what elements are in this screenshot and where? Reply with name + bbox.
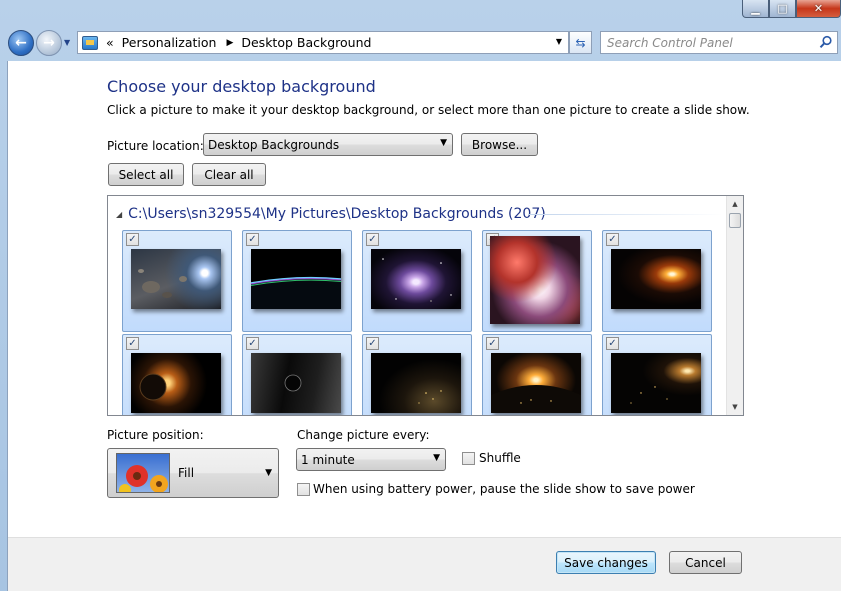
- window-frame: ▁ □ ✕ ← → ▼ « Personalization ▶ Desktop …: [0, 0, 841, 591]
- address-dropdown-icon[interactable]: ▼: [556, 37, 562, 46]
- thumbnail-spiral-galaxy: [371, 249, 461, 309]
- picture-gallery[interactable]: ◢ C:\Users\sn329554\My Pictures\Desktop …: [107, 195, 744, 416]
- picture-location-value: Desktop Backgrounds: [208, 137, 340, 152]
- tile-checkbox[interactable]: ✓: [246, 233, 259, 246]
- picture-tile[interactable]: ✓: [362, 334, 472, 415]
- battery-pause-checkbox[interactable]: [297, 483, 310, 496]
- picture-position-value: Fill: [178, 466, 195, 480]
- thumbnail-asteroids: [131, 249, 221, 309]
- scroll-up-arrow-icon[interactable]: ▲: [727, 196, 743, 212]
- change-picture-interval-select[interactable]: 1 minute ▼: [296, 448, 446, 471]
- select-all-button[interactable]: Select all: [108, 163, 184, 186]
- picture-tile[interactable]: ✓: [242, 334, 352, 415]
- forward-button[interactable]: →: [36, 30, 62, 56]
- refresh-icon: ⇆: [575, 35, 586, 50]
- thumbnail-nebula: [490, 236, 580, 324]
- clear-all-button[interactable]: Clear all: [192, 163, 266, 186]
- maximize-button[interactable]: □: [769, 0, 796, 18]
- tile-checkbox[interactable]: ✓: [126, 337, 139, 350]
- content-pane: Choose your desktop background Click a p…: [7, 61, 841, 591]
- change-picture-interval-value: 1 minute: [301, 452, 355, 467]
- scrollbar-thumb[interactable]: [729, 213, 741, 228]
- tile-checkbox[interactable]: ✓: [366, 233, 379, 246]
- search-icon[interactable]: [819, 35, 833, 49]
- picture-location-label: Picture location:: [107, 139, 204, 153]
- shuffle-label[interactable]: Shuffle: [479, 451, 521, 465]
- minimize-button[interactable]: ▁: [742, 0, 769, 18]
- group-divider: [528, 214, 723, 215]
- change-picture-label: Change picture every:: [297, 428, 430, 442]
- search-placeholder: Search Control Panel: [607, 35, 733, 50]
- picture-position-label: Picture position:: [107, 428, 204, 442]
- forward-arrow-icon: →: [43, 35, 55, 51]
- group-header-label: C:\Users\sn329554\My Pictures\Desktop Ba…: [128, 206, 546, 222]
- position-preview-icon: [116, 453, 170, 493]
- picture-location-select[interactable]: Desktop Backgrounds ▼: [203, 133, 453, 156]
- minimize-icon: ▁: [751, 2, 760, 15]
- picture-tile[interactable]: ✓: [482, 334, 592, 415]
- picture-position-select[interactable]: Fill ▼: [107, 448, 279, 498]
- tile-checkbox[interactable]: ✓: [606, 337, 619, 350]
- tile-checkbox[interactable]: ✓: [606, 233, 619, 246]
- save-changes-button[interactable]: Save changes: [556, 551, 656, 574]
- maximize-icon: □: [777, 2, 788, 15]
- page-title: Choose your desktop background: [107, 77, 376, 96]
- cancel-button[interactable]: Cancel: [669, 551, 742, 574]
- close-icon: ✕: [813, 2, 824, 15]
- picture-tile[interactable]: ✓: [122, 230, 232, 332]
- refresh-button[interactable]: ⇆: [569, 31, 592, 54]
- thumbnail-earth-horizon: [251, 249, 341, 309]
- picture-tile[interactable]: ✓: [602, 230, 712, 332]
- breadcrumb-desktop-background[interactable]: Desktop Background: [241, 35, 371, 50]
- thumbnail-earth-night: [611, 353, 701, 413]
- footer-bar: Save changes Cancel: [8, 538, 841, 591]
- control-panel-icon: [82, 35, 98, 50]
- breadcrumb-personalization[interactable]: Personalization: [122, 35, 217, 50]
- thumbnail-sunrise-planet: [611, 249, 701, 309]
- breadcrumb-overflow[interactable]: «: [106, 35, 114, 50]
- thumbnail-dark-eclipse: [251, 353, 341, 413]
- tile-checkbox[interactable]: ✓: [366, 337, 379, 350]
- thumbnail-sun-over-earth: [491, 353, 581, 413]
- search-input[interactable]: Search Control Panel: [600, 31, 838, 54]
- collapse-triangle-icon[interactable]: ◢: [116, 210, 122, 219]
- group-header[interactable]: ◢ C:\Users\sn329554\My Pictures\Desktop …: [116, 206, 546, 222]
- picture-tile[interactable]: ✓: [362, 230, 472, 332]
- back-arrow-icon: ←: [15, 35, 27, 51]
- chevron-down-icon: ▼: [433, 453, 440, 463]
- browse-button[interactable]: Browse...: [461, 133, 538, 156]
- battery-pause-label[interactable]: When using battery power, pause the slid…: [313, 482, 695, 496]
- chevron-down-icon: ▼: [440, 138, 447, 148]
- close-button[interactable]: ✕: [796, 0, 841, 18]
- picture-tile[interactable]: ✓: [482, 230, 592, 332]
- thumbnail-planet-moon: [131, 353, 221, 413]
- scroll-down-arrow-icon[interactable]: ▼: [727, 399, 743, 415]
- shuffle-checkbox[interactable]: [462, 452, 475, 465]
- address-bar[interactable]: « Personalization ▶ Desktop Background ▼: [77, 31, 569, 54]
- picture-tile[interactable]: ✓: [122, 334, 232, 415]
- page-description: Click a picture to make it your desktop …: [107, 103, 750, 117]
- window-controls: ▁ □ ✕: [742, 0, 841, 18]
- recent-pages-dropdown-icon[interactable]: ▼: [64, 38, 74, 48]
- breadcrumb-separator-icon[interactable]: ▶: [226, 38, 233, 48]
- back-button[interactable]: ←: [8, 30, 34, 56]
- tile-checkbox[interactable]: ✓: [486, 337, 499, 350]
- tile-checkbox[interactable]: ✓: [246, 337, 259, 350]
- navigation-bar: ← → ▼ « Personalization ▶ Desktop Backgr…: [0, 26, 841, 60]
- chevron-down-icon: ▼: [265, 468, 272, 478]
- picture-tile[interactable]: ✓: [602, 334, 712, 415]
- thumbnail-city-lights: [371, 353, 461, 413]
- picture-tile[interactable]: ✓: [242, 230, 352, 332]
- gallery-scrollbar[interactable]: ▲ ▼: [726, 196, 743, 415]
- tile-checkbox[interactable]: ✓: [126, 233, 139, 246]
